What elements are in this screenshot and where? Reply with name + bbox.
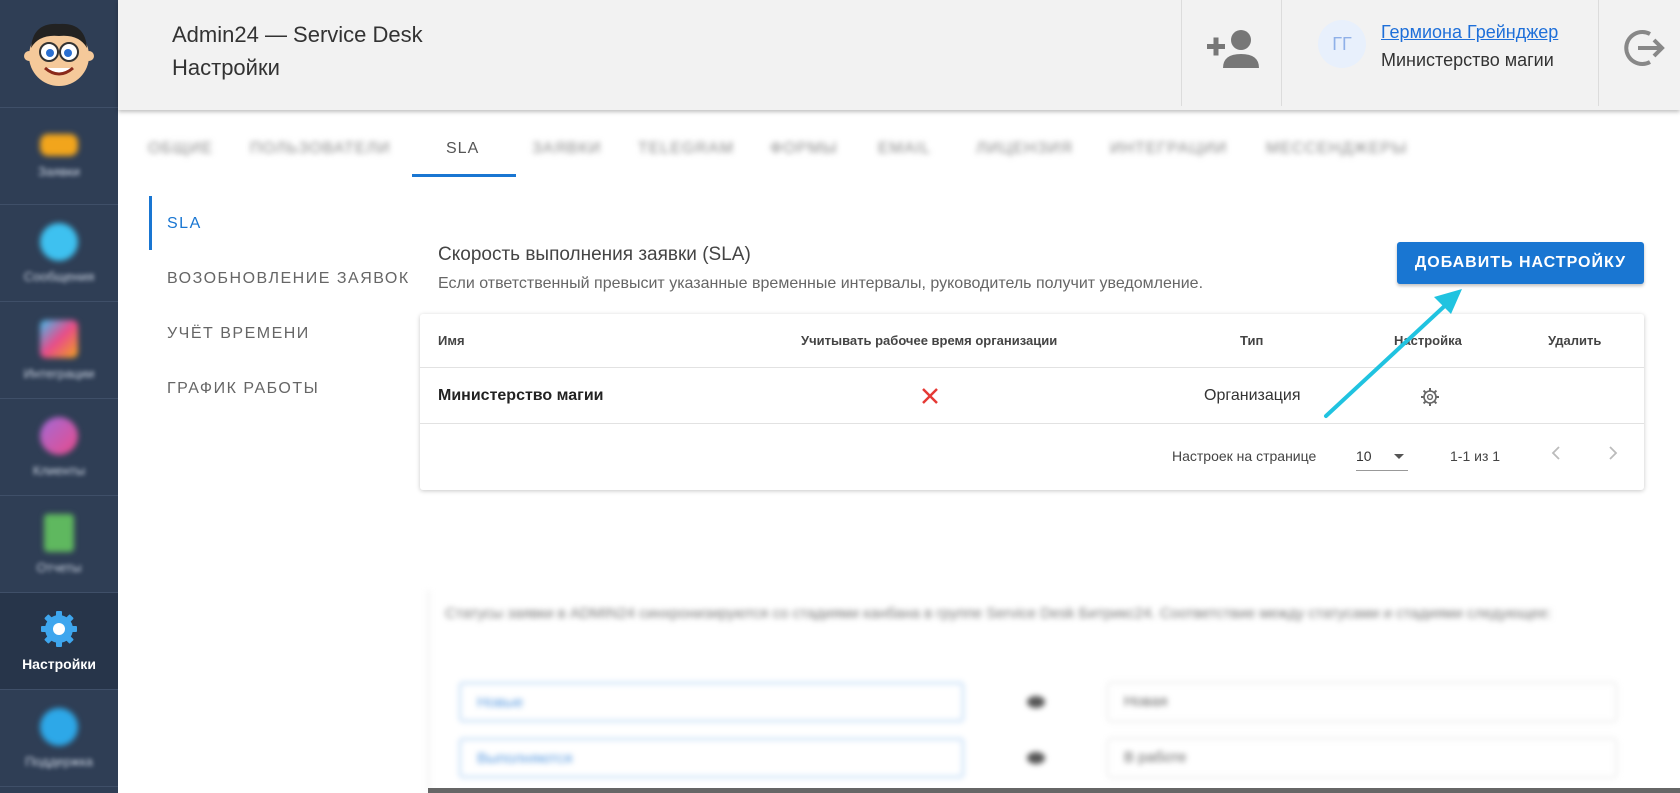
sidebar-item-messages[interactable]: Сообщения (0, 205, 118, 302)
sidebar-item-integrations[interactable]: Интеграции (0, 302, 118, 399)
header-divider (1281, 0, 1282, 106)
settings-nav-schedule[interactable]: ГРАФИК РАБОТЫ (167, 380, 319, 398)
reports-icon (44, 513, 74, 552)
top-header: Admin24 — Service Desk Настройки ГГ Герм… (118, 0, 1680, 110)
rows-per-page-value: 10 (1356, 448, 1372, 464)
tab-telegram[interactable]: TELEGRAM (638, 140, 734, 158)
prev-page-icon[interactable] (1545, 442, 1567, 464)
sidebar-item-label: Сообщения (23, 268, 95, 284)
logout-icon (1624, 30, 1665, 66)
bottom-divider (428, 788, 1680, 793)
add-setting-button[interactable]: ДОБАВИТЬ НАСТРОЙКУ (1397, 242, 1644, 284)
pagination-range: 1-1 из 1 (1450, 448, 1501, 464)
page-title: Настройки (172, 55, 280, 80)
sidebar-item-clients[interactable]: Клиенты (0, 399, 118, 496)
arrow-icon (1027, 696, 1045, 708)
section-title: Скорость выполнения заявки (SLA) (438, 244, 751, 265)
settings-nav-ticket-reopen[interactable]: ВОЗОБНОВЛЕНИЕ ЗАЯВОК (167, 270, 410, 288)
stage-field-new[interactable]: Новая (1107, 682, 1617, 722)
sla-table: Имя Учитывать рабочее время организации … (420, 314, 1644, 490)
status-mapping-section: Статусы заявки в ADMIN24 синхронизируютс… (428, 590, 1680, 793)
tab-messengers[interactable]: МЕССЕНДЖЕРЫ (1266, 140, 1407, 158)
column-header-type: Тип (1240, 333, 1264, 348)
settings-tabs: ОБЩИЕ ПОЛЬЗОВАТЕЛИ SLA ЗАЯВКИ TELEGRAM Ф… (118, 112, 1680, 178)
status-field-in-progress[interactable]: Выполняются (459, 738, 964, 778)
settings-nav-sla[interactable]: SLA (167, 215, 202, 233)
section-subtitle: Если ответственный превысит указанные вр… (438, 275, 1204, 292)
gear-icon (41, 611, 77, 647)
integrations-icon (40, 319, 78, 358)
column-header-delete: Удалить (1548, 333, 1602, 348)
user-profile-link[interactable]: Гермиона Грейнджер (1381, 22, 1558, 43)
next-page-icon[interactable] (1602, 442, 1624, 464)
column-header-name: Имя (438, 333, 465, 348)
messages-icon (40, 222, 78, 261)
caret-down-icon (1394, 454, 1404, 459)
cross-icon (922, 388, 938, 404)
tab-users[interactable]: ПОЛЬЗОВАТЕЛИ (250, 140, 391, 158)
avatar: ГГ (1318, 20, 1366, 68)
status-field-new[interactable]: Новые (459, 682, 964, 722)
rows-per-page-label: Настроек на странице (1172, 448, 1317, 464)
tab-integrations[interactable]: ИНТЕГРАЦИИ (1110, 140, 1227, 158)
sidebar: Заявки Сообщения Интеграции Клиенты Отче… (0, 0, 118, 793)
sidebar-item-support[interactable]: Поддержка (0, 690, 118, 787)
sidebar-item-reports[interactable]: Отчеты (0, 496, 118, 593)
sidebar-item-settings[interactable]: Настройки (0, 593, 118, 690)
tab-email[interactable]: EMAIL (878, 140, 931, 158)
column-header-settings: Настройка (1394, 333, 1462, 348)
sidebar-item-tickets[interactable]: Заявки (0, 108, 118, 205)
cell-type: Организация (1204, 387, 1301, 404)
logout-button[interactable] (1620, 24, 1668, 72)
row-divider (420, 367, 1644, 368)
settings-nav-time-tracking[interactable]: УЧЁТ ВРЕМЕНИ (167, 325, 310, 343)
rows-per-page-select[interactable]: 10 (1356, 441, 1408, 471)
clients-icon (40, 416, 78, 455)
tab-general[interactable]: ОБЩИЕ (148, 140, 213, 158)
ticket-icon (40, 133, 78, 156)
app-title: Admin24 — Service Desk (172, 22, 423, 47)
sidebar-item-label: Клиенты (32, 462, 86, 478)
sidebar-item-label: Настройки (22, 656, 96, 672)
header-divider (1181, 0, 1182, 106)
app-logo[interactable] (0, 0, 118, 108)
sidebar-item-label: Поддержка (25, 753, 93, 769)
tab-forms[interactable]: ФОРМЫ (770, 140, 838, 158)
header-divider (1598, 0, 1599, 106)
user-organization: Министерство магии (1381, 50, 1554, 70)
settings-nav-indicator (149, 196, 152, 250)
row-divider (420, 423, 1644, 424)
sidebar-item-label: Заявки (38, 163, 80, 179)
arrow-icon (1027, 752, 1045, 764)
row-settings-gear-icon[interactable] (1420, 387, 1440, 407)
sidebar-item-label: Интеграции (23, 365, 95, 381)
cartoon-face-logo-icon (24, 23, 94, 86)
add-user-button[interactable] (1203, 22, 1263, 76)
column-header-work-time: Учитывать рабочее время организации (801, 333, 1058, 348)
sidebar-item-label: Отчеты (36, 559, 82, 575)
tab-sla[interactable]: SLA (446, 140, 479, 158)
add-user-icon (1207, 30, 1259, 68)
active-tab-indicator (412, 174, 516, 177)
stage-field-in-progress[interactable]: В работе (1107, 738, 1617, 778)
support-icon (40, 707, 78, 746)
status-mapping-description: Статусы заявки в ADMIN24 синхронизируютс… (445, 605, 1552, 622)
header-titles: Admin24 — Service Desk Настройки (172, 18, 423, 84)
cell-name: Министерство магии (438, 387, 604, 404)
tab-license[interactable]: ЛИЦЕНЗИЯ (976, 140, 1073, 158)
tab-tickets[interactable]: ЗАЯВКИ (532, 140, 601, 158)
